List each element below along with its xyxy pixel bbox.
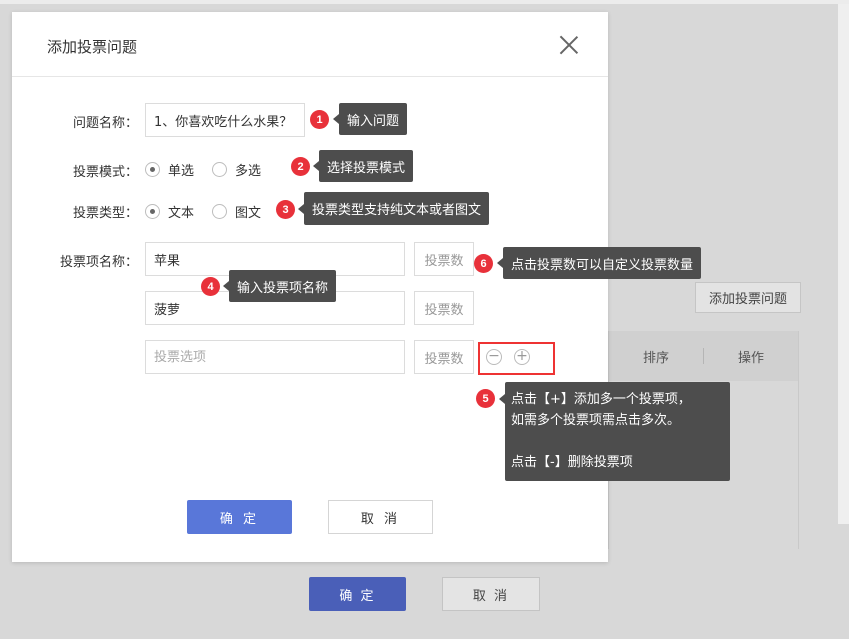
radio-unchecked-icon: [212, 162, 227, 177]
vote-count-button-3[interactable]: 投票数: [414, 340, 474, 374]
tip-4: 输入投票项名称: [222, 270, 337, 302]
table-header-action: 操作: [737, 350, 764, 366]
tip-5-line-4: 点击【-】删除投票项: [511, 455, 633, 470]
step-1-badge: 1: [310, 110, 329, 129]
radio-label: 多选: [235, 164, 262, 179]
add-item-icon[interactable]: +: [514, 349, 530, 365]
radio-checked-icon: [145, 204, 160, 219]
dialog-cancel-button[interactable]: 取 消: [328, 500, 433, 534]
tip-2: 选择投票模式: [312, 150, 414, 182]
tip-3: 投票类型支持纯文本或者图文: [297, 192, 490, 225]
vote-items-label: 投票项名称：: [59, 255, 138, 270]
background-scroll-area: [838, 4, 849, 524]
radio-label: 图文: [235, 206, 262, 221]
add-vote-question-button[interactable]: 添加投票问题: [695, 282, 801, 313]
page-confirm-button[interactable]: 确 定: [309, 577, 406, 611]
tip-5-line-1: 点击【+】添加多一个投票项，: [511, 392, 691, 407]
step-2-badge: 2: [291, 157, 310, 176]
remove-item-icon[interactable]: −: [486, 349, 502, 365]
radio-checked-icon: [145, 162, 160, 177]
mode-multiple-radio[interactable]: 多选: [212, 160, 261, 179]
step-6-badge: 6: [474, 254, 493, 273]
radio-label: 单选: [168, 164, 195, 179]
tip-5-line-3: [511, 431, 724, 452]
table-header: 排序 操作: [609, 331, 798, 381]
step-3-badge: 3: [276, 200, 295, 219]
type-image-text-radio[interactable]: 图文: [212, 202, 261, 221]
question-name-label: 问题名称：: [72, 116, 138, 131]
radio-unchecked-icon: [212, 204, 227, 219]
vote-item-input-3[interactable]: [145, 340, 405, 374]
vote-mode-label: 投票模式：: [72, 165, 138, 180]
page-cancel-button[interactable]: 取 消: [442, 577, 540, 611]
table-header-sort: 排序: [642, 350, 669, 366]
vote-count-button-2[interactable]: 投票数: [414, 291, 474, 325]
background-top-bar: [0, 0, 849, 4]
tip-1: 输入问题: [332, 103, 408, 135]
type-text-radio[interactable]: 文本: [145, 202, 194, 221]
tip-5-line-2: 如需多个投票项需点击多次。: [511, 413, 681, 428]
vote-type-label: 投票类型：: [72, 206, 138, 221]
question-name-input[interactable]: [145, 103, 305, 137]
step-5-badge: 5: [476, 389, 495, 408]
step-4-badge: 4: [201, 277, 220, 296]
dialog-header: 添加投票问题: [12, 12, 608, 77]
tip-5: 点击【+】添加多一个投票项， 如需多个投票项需点击多次。 点击【-】删除投票项: [499, 382, 730, 481]
mode-single-radio[interactable]: 单选: [145, 160, 194, 179]
vote-count-button-1[interactable]: 投票数: [414, 242, 474, 276]
tip-6: 点击投票数可以自定义投票数量: [496, 247, 702, 279]
dialog-confirm-button[interactable]: 确 定: [187, 500, 292, 534]
close-icon[interactable]: [559, 35, 579, 55]
radio-label: 文本: [168, 206, 195, 221]
dialog-title: 添加投票问题: [47, 38, 138, 56]
